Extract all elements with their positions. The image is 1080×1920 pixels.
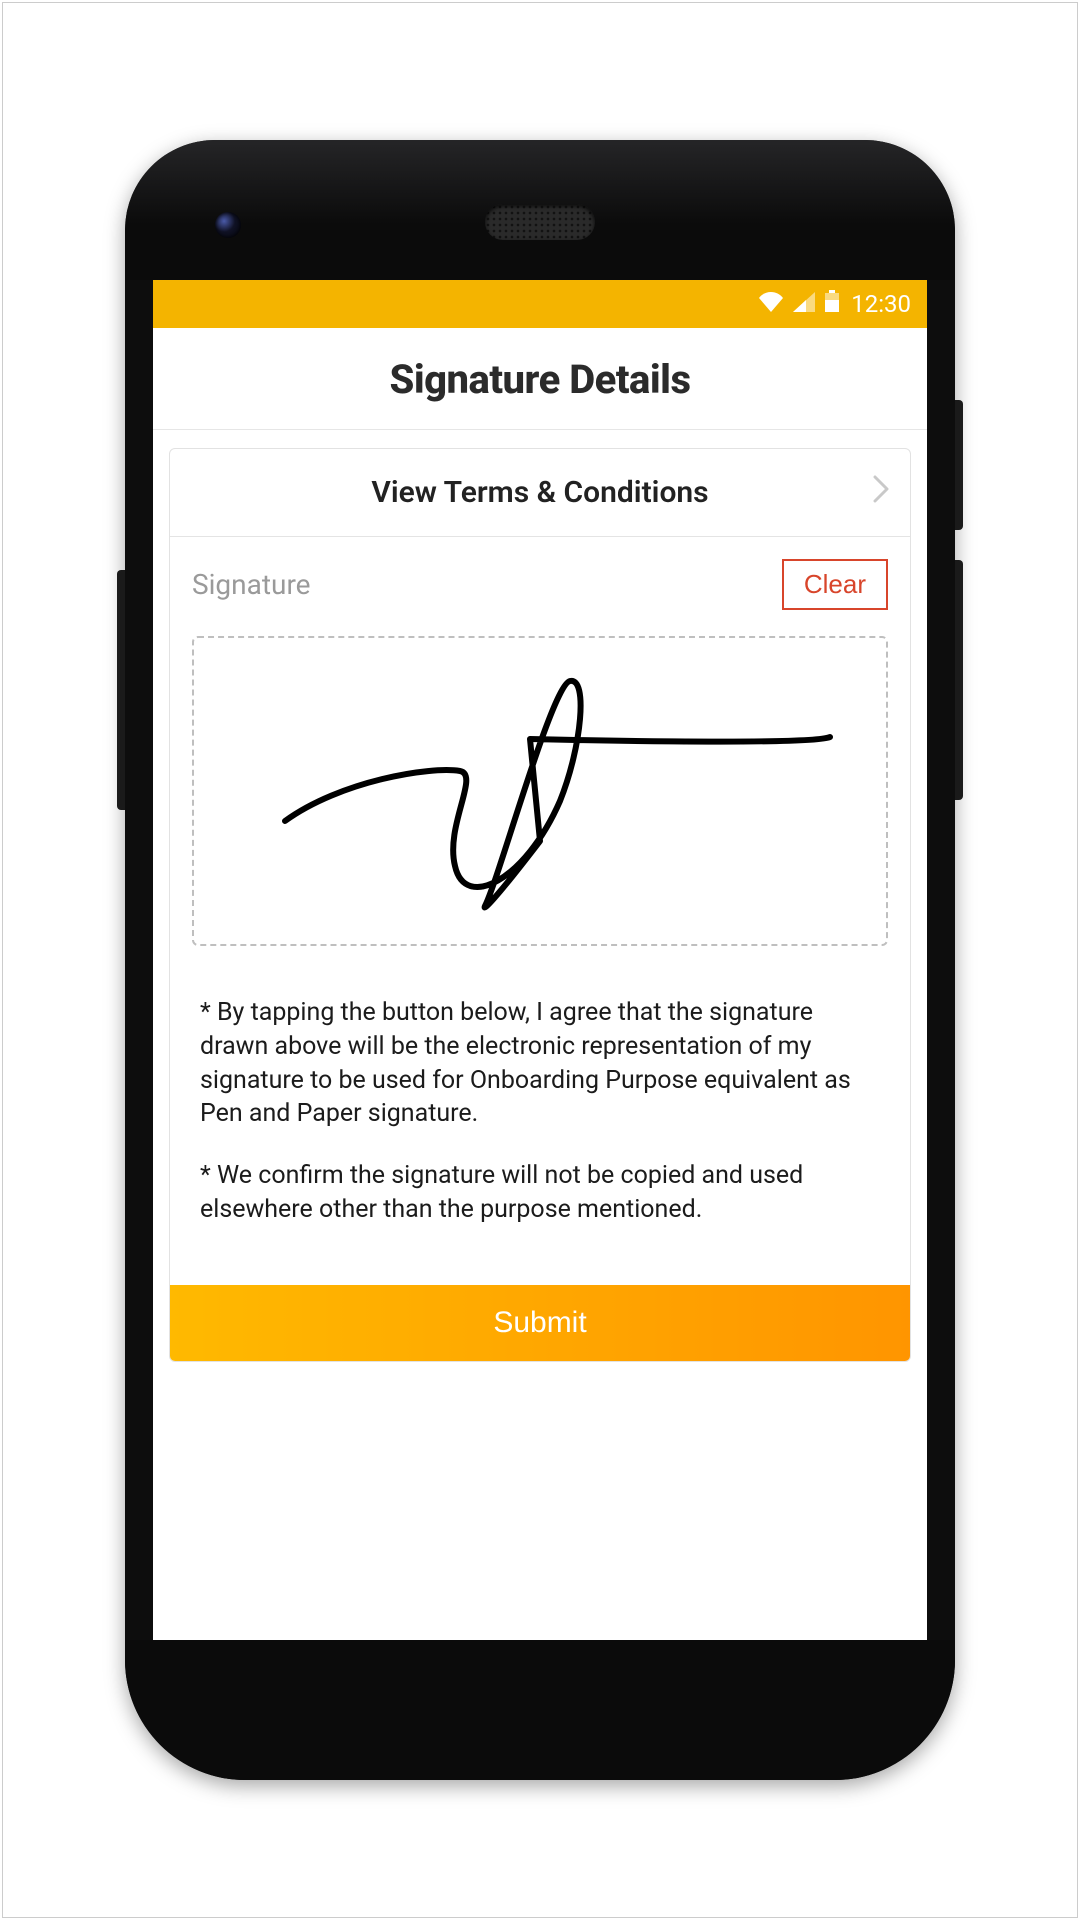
- disclaimer-paragraph-2: * We confirm the signature will not be c…: [200, 1159, 880, 1227]
- clear-button[interactable]: Clear: [782, 559, 888, 610]
- signature-header-row: Signature Clear: [170, 537, 910, 620]
- volume-rocker: [117, 570, 125, 810]
- status-time: 12:30: [851, 290, 911, 318]
- phone-bottom-bezel: [125, 1640, 955, 1780]
- page-header: Signature Details: [153, 328, 927, 430]
- page-title: Signature Details: [153, 356, 927, 403]
- cellular-icon: [793, 290, 815, 318]
- disclaimer-paragraph-1: * By tapping the button below, I agree t…: [200, 996, 880, 1131]
- wifi-icon: [759, 290, 783, 318]
- signature-drawing: [230, 651, 850, 931]
- image-frame: 12:30 Signature Details View Terms & Con…: [2, 2, 1078, 1918]
- signature-label: Signature: [192, 568, 311, 601]
- submit-button[interactable]: Submit: [170, 1285, 910, 1361]
- disclaimer-text: * By tapping the button below, I agree t…: [170, 946, 910, 1285]
- front-camera: [215, 212, 241, 238]
- view-terms-row[interactable]: View Terms & Conditions: [170, 449, 910, 537]
- chevron-right-icon: [872, 475, 890, 511]
- battery-icon: [825, 290, 839, 318]
- status-bar: 12:30: [153, 280, 927, 328]
- status-icons: [759, 290, 839, 318]
- signature-card: View Terms & Conditions Signature Clear: [169, 448, 911, 1362]
- phone-top-bezel: [125, 140, 955, 280]
- signature-pad-container: [170, 620, 910, 946]
- earpiece-speaker: [485, 204, 595, 240]
- view-terms-label: View Terms & Conditions: [371, 475, 708, 510]
- phone-screen: 12:30 Signature Details View Terms & Con…: [153, 280, 927, 1640]
- content-area: View Terms & Conditions Signature Clear: [153, 430, 927, 1362]
- phone-device-frame: 12:30 Signature Details View Terms & Con…: [125, 140, 955, 1780]
- signature-pad[interactable]: [192, 636, 888, 946]
